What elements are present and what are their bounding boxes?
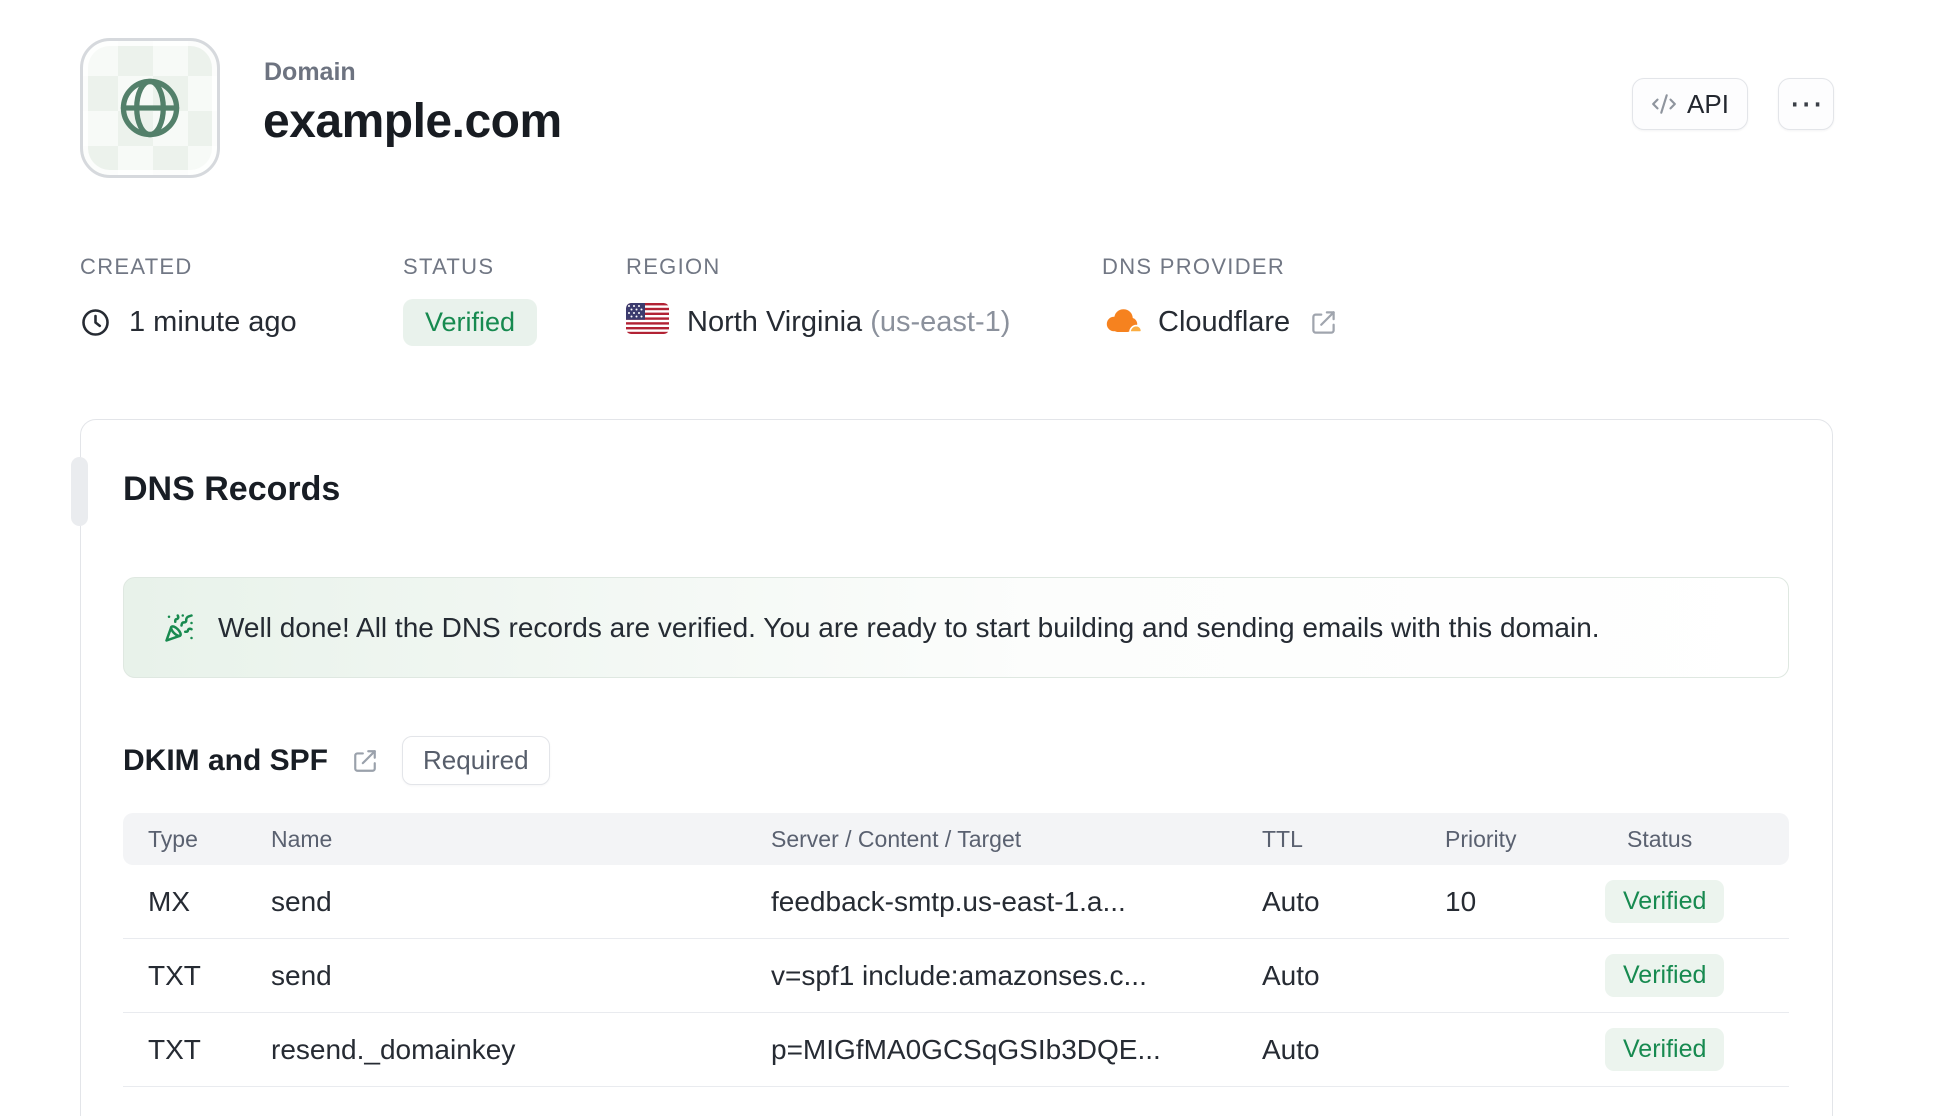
cell-name: send (271, 885, 332, 917)
api-button-label: API (1687, 88, 1729, 119)
cloudflare-icon (1102, 307, 1144, 337)
external-link-icon (1310, 309, 1337, 336)
dns-provider-value: Cloudflare (1158, 305, 1291, 338)
cell-content: feedback-smtp.us-east-1.a... (771, 885, 1126, 917)
region-code: (us-east-1) (870, 305, 1011, 338)
required-badge: Required (402, 736, 550, 785)
success-banner-text: Well done! All the DNS records are verif… (218, 611, 1600, 643)
dns-table: Type Name Server / Content / Target TTL … (123, 813, 1789, 1087)
dns-provider-label: DNS PROVIDER (1102, 254, 1286, 279)
table-row[interactable]: TXT resend._domainkey p=MIGfMA0GCSqGSIb3… (123, 1013, 1789, 1087)
domain-kicker: Domain (264, 58, 356, 86)
more-button[interactable]: ⋯ (1778, 78, 1834, 130)
column-header-status: Status (1627, 825, 1693, 852)
cell-type: TXT (148, 959, 201, 991)
globe-icon (116, 74, 184, 142)
dns-records-card: DNS Records Well done! All the DNS recor… (71, 419, 1833, 1116)
dns-records-title: DNS Records (123, 470, 341, 508)
meta-dns-provider: DNS PROVIDER Cloudflare (1102, 254, 1337, 344)
column-header-ttl: TTL (1262, 825, 1303, 852)
table-row[interactable]: MX send feedback-smtp.us-east-1.a... Aut… (123, 865, 1789, 939)
success-banner: Well done! All the DNS records are verif… (123, 577, 1789, 678)
cell-type: MX (148, 885, 190, 917)
region-name: North Virginia (687, 305, 863, 338)
column-header-content: Server / Content / Target (771, 825, 1022, 852)
api-button[interactable]: API (1632, 78, 1748, 130)
cell-name: send (271, 959, 332, 991)
section-accent-tab (71, 457, 88, 526)
cell-priority: 10 (1445, 885, 1477, 917)
region-value: North Virginia (us-east-1) (687, 306, 1010, 339)
region-label: REGION (626, 254, 721, 279)
cell-content: v=spf1 include:amazonses.c... (771, 959, 1147, 991)
dkim-spf-link[interactable]: DKIM and SPF (123, 744, 378, 778)
us-flag-icon (626, 302, 669, 342)
cell-ttl: Auto (1262, 959, 1320, 991)
external-link-icon (352, 748, 378, 774)
dkim-spf-header: DKIM and SPF Required (123, 736, 550, 785)
row-status-badge: Verified (1605, 1028, 1725, 1071)
created-label: CREATED (80, 254, 193, 279)
dns-provider-link[interactable]: Cloudflare (1102, 300, 1337, 344)
status-badge: Verified (403, 298, 538, 346)
meta-region: REGION North Virginia (us-east-1) (626, 254, 1010, 344)
cell-content: p=MIGfMA0GCSqGSIb3DQE... (771, 1033, 1161, 1065)
table-row[interactable]: TXT send v=spf1 include:amazonses.c... A… (123, 939, 1789, 1013)
column-header-type: Type (148, 825, 198, 852)
code-icon (1651, 91, 1677, 117)
cell-ttl: Auto (1262, 1033, 1320, 1065)
cell-name: resend._domainkey (271, 1033, 516, 1065)
created-value: 1 minute ago (129, 305, 297, 338)
row-status-badge: Verified (1605, 880, 1725, 923)
dns-table-header: Type Name Server / Content / Target TTL … (123, 813, 1789, 865)
dkim-spf-title: DKIM and SPF (123, 743, 329, 777)
page-title: example.com (263, 95, 562, 148)
meta-status: STATUS Verified (403, 254, 538, 346)
domain-avatar (80, 38, 220, 178)
column-header-priority: Priority (1445, 825, 1517, 852)
row-status-badge: Verified (1605, 954, 1725, 997)
cell-type: TXT (148, 1033, 201, 1065)
party-popper-icon (164, 613, 194, 643)
clock-icon (80, 307, 111, 338)
meta-created: CREATED 1 minute ago (80, 254, 297, 344)
status-label: STATUS (403, 254, 495, 279)
cell-ttl: Auto (1262, 885, 1320, 917)
column-header-name: Name (271, 825, 333, 852)
